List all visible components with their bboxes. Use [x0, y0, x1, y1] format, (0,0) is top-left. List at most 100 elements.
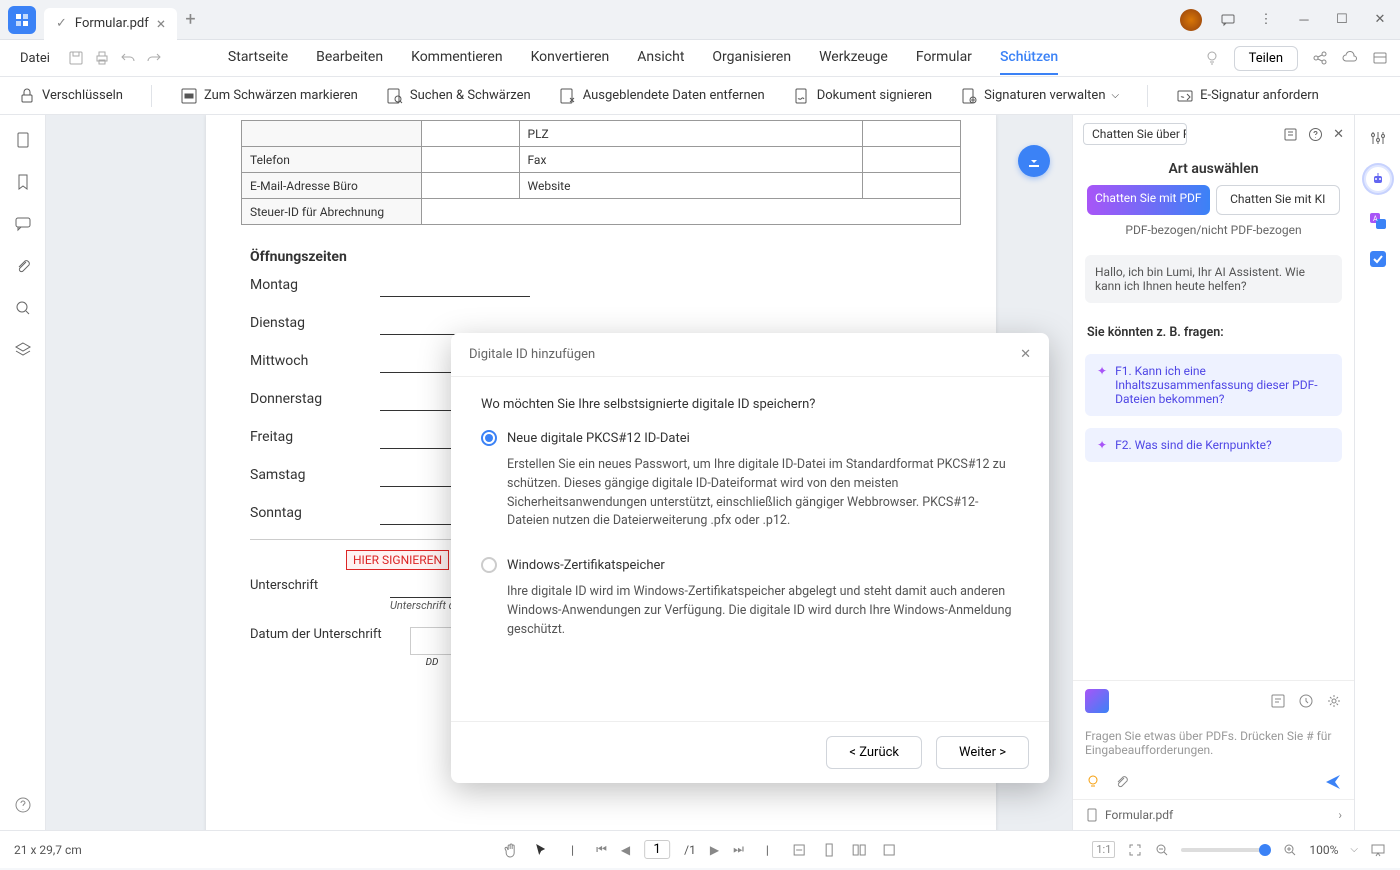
dd-caption: DD: [426, 657, 439, 668]
redo-icon[interactable]: [146, 50, 162, 66]
remove-hidden-button[interactable]: Ausgeblendete Daten entfernen: [559, 87, 765, 105]
document-canvas[interactable]: PLZ TelefonFax E-Mail-Adresse BüroWebsit…: [46, 115, 1072, 830]
suggestion-1[interactable]: ✦ F1. Kann ich eine Inhaltszusammenfassu…: [1085, 354, 1342, 416]
chevron-down-icon[interactable]: ⌵: [1350, 844, 1358, 855]
back-button[interactable]: < Zurück: [826, 736, 922, 769]
hand-tool-icon[interactable]: [503, 842, 519, 858]
tab-organisieren[interactable]: Organisieren: [712, 41, 791, 75]
new-tab-button[interactable]: +: [185, 9, 195, 30]
chat-app-icon[interactable]: [1085, 689, 1109, 713]
save-icon[interactable]: [68, 50, 84, 66]
tab-ansicht[interactable]: Ansicht: [637, 41, 684, 75]
single-page-icon[interactable]: [821, 842, 837, 858]
history-icon[interactable]: [1298, 693, 1314, 709]
request-esignature-button[interactable]: E-Signatur anfordern: [1176, 87, 1319, 105]
dialog-close-button[interactable]: ✕: [1020, 347, 1031, 362]
chevron-down-icon: ⌵: [1112, 90, 1120, 101]
email-label: E-Mail-Adresse Büro: [242, 173, 422, 199]
fit-width-icon[interactable]: [791, 842, 807, 858]
translate-icon[interactable]: A: [1368, 211, 1388, 231]
search-redact-button[interactable]: Suchen & Schwärzen: [386, 87, 531, 105]
close-panel-icon[interactable]: ✕: [1333, 127, 1344, 142]
layers-icon[interactable]: [14, 341, 32, 359]
tab-werkzeuge[interactable]: Werkzeuge: [819, 41, 888, 75]
comments-icon[interactable]: [14, 215, 32, 233]
more-icon[interactable]: ⋮: [1254, 8, 1278, 32]
download-floating-button[interactable]: [1018, 145, 1050, 177]
sign-here-marker[interactable]: HIER SIGNIEREN: [346, 550, 449, 570]
undo-icon[interactable]: [120, 50, 136, 66]
page-number-input[interactable]: [644, 840, 670, 859]
send-button[interactable]: [1324, 773, 1342, 791]
next-page-icon[interactable]: ▶: [710, 843, 719, 857]
view-mode-icon[interactable]: [881, 842, 897, 858]
window-minimize[interactable]: ─: [1292, 8, 1316, 32]
lightbulb-icon[interactable]: [1204, 50, 1220, 66]
chat-ai-tab[interactable]: Chatten Sie mit KI: [1216, 185, 1341, 215]
sign-doc-label: Dokument signieren: [817, 88, 932, 103]
zoom-slider[interactable]: [1181, 848, 1271, 852]
current-file-indicator[interactable]: Formular.pdf ›: [1073, 799, 1354, 830]
window-close[interactable]: ✕: [1368, 8, 1392, 32]
suggest-title: Sie könnten z. B. fragen:: [1087, 325, 1340, 340]
help-icon[interactable]: [1308, 127, 1323, 142]
user-avatar[interactable]: [1180, 9, 1202, 31]
summary-icon[interactable]: [1270, 693, 1286, 709]
ai-assistant-panel: Chatten Sie über P ⌵ ✕ Art auswählen Cha…: [1072, 115, 1354, 830]
option-pkcs12[interactable]: Neue digitale PKCS#12 ID-Datei: [481, 430, 1019, 446]
tab-konvertieren[interactable]: Konvertieren: [531, 41, 610, 75]
tab-startseite[interactable]: Startseite: [228, 41, 288, 75]
settings-icon[interactable]: [1326, 693, 1342, 709]
share-button[interactable]: Teilen: [1234, 46, 1298, 71]
attachments-icon[interactable]: [14, 257, 32, 275]
sig-caption: Unterschrift d: [390, 599, 455, 612]
tab-formular[interactable]: Formular: [916, 41, 972, 75]
chat-pdf-tab[interactable]: Chatten Sie mit PDF: [1087, 185, 1210, 215]
tab-close-button[interactable]: ×: [157, 14, 166, 33]
form-table: PLZ TelefonFax E-Mail-Adresse BüroWebsit…: [241, 120, 961, 225]
share-icon[interactable]: [1312, 50, 1328, 66]
tab-title: Formular.pdf: [75, 16, 149, 31]
idea-icon[interactable]: [1085, 774, 1101, 790]
actual-size-icon[interactable]: 1:1: [1092, 841, 1115, 858]
sign-document-button[interactable]: Dokument signieren: [793, 87, 932, 105]
prev-page-icon[interactable]: ◀: [621, 843, 630, 857]
attach-icon[interactable]: [1113, 774, 1129, 790]
zoom-in-icon[interactable]: [1283, 843, 1297, 857]
presentation-icon[interactable]: [1370, 842, 1386, 858]
last-page-icon[interactable]: ⏭: [733, 842, 744, 857]
cloud-icon[interactable]: [1342, 50, 1358, 66]
mark-redact-button[interactable]: Zum Schwärzen markieren: [180, 87, 358, 105]
select-tool-icon[interactable]: [533, 842, 549, 858]
checkmark-badge-icon[interactable]: [1368, 249, 1388, 269]
sliders-icon[interactable]: [1369, 129, 1387, 147]
file-menu[interactable]: Datei: [12, 47, 58, 70]
manage-signatures-button[interactable]: Signaturen verwalten ⌵: [960, 87, 1119, 105]
chat-input[interactable]: Fragen Sie etwas über PDFs. Drücken Sie …: [1073, 721, 1354, 765]
help-icon[interactable]: [14, 796, 32, 814]
file-name: Formular.pdf: [1105, 808, 1173, 822]
search-icon[interactable]: [14, 299, 32, 317]
first-page-icon[interactable]: ⏮: [596, 842, 607, 857]
two-page-icon[interactable]: [851, 842, 867, 858]
grid-icon[interactable]: [1372, 50, 1388, 66]
tab-schuetzen[interactable]: Schützen: [1000, 41, 1058, 75]
fullscreen-icon[interactable]: [1127, 842, 1143, 858]
tab-kommentieren[interactable]: Kommentieren: [411, 41, 502, 75]
chat-mode-dropdown[interactable]: Chatten Sie über P ⌵: [1083, 123, 1187, 145]
option-windows-store[interactable]: Windows-Zertifikatspeicher: [481, 557, 1019, 573]
app-logo: [8, 6, 36, 34]
document-tab[interactable]: ✓ Formular.pdf ×: [44, 8, 177, 40]
ai-robot-icon[interactable]: [1364, 165, 1392, 193]
encrypt-button[interactable]: Verschlüsseln: [18, 87, 123, 105]
transcript-icon[interactable]: [1283, 127, 1298, 142]
comment-icon[interactable]: [1216, 8, 1240, 32]
bookmarks-icon[interactable]: [14, 173, 32, 191]
zoom-out-icon[interactable]: [1155, 843, 1169, 857]
window-maximize[interactable]: ☐: [1330, 8, 1354, 32]
print-icon[interactable]: [94, 50, 110, 66]
next-button[interactable]: Weiter >: [936, 736, 1029, 769]
tab-bearbeiten[interactable]: Bearbeiten: [316, 41, 383, 75]
suggestion-2[interactable]: ✦ F2. Was sind die Kernpunkte?: [1085, 428, 1342, 462]
thumbnails-icon[interactable]: [14, 131, 32, 149]
